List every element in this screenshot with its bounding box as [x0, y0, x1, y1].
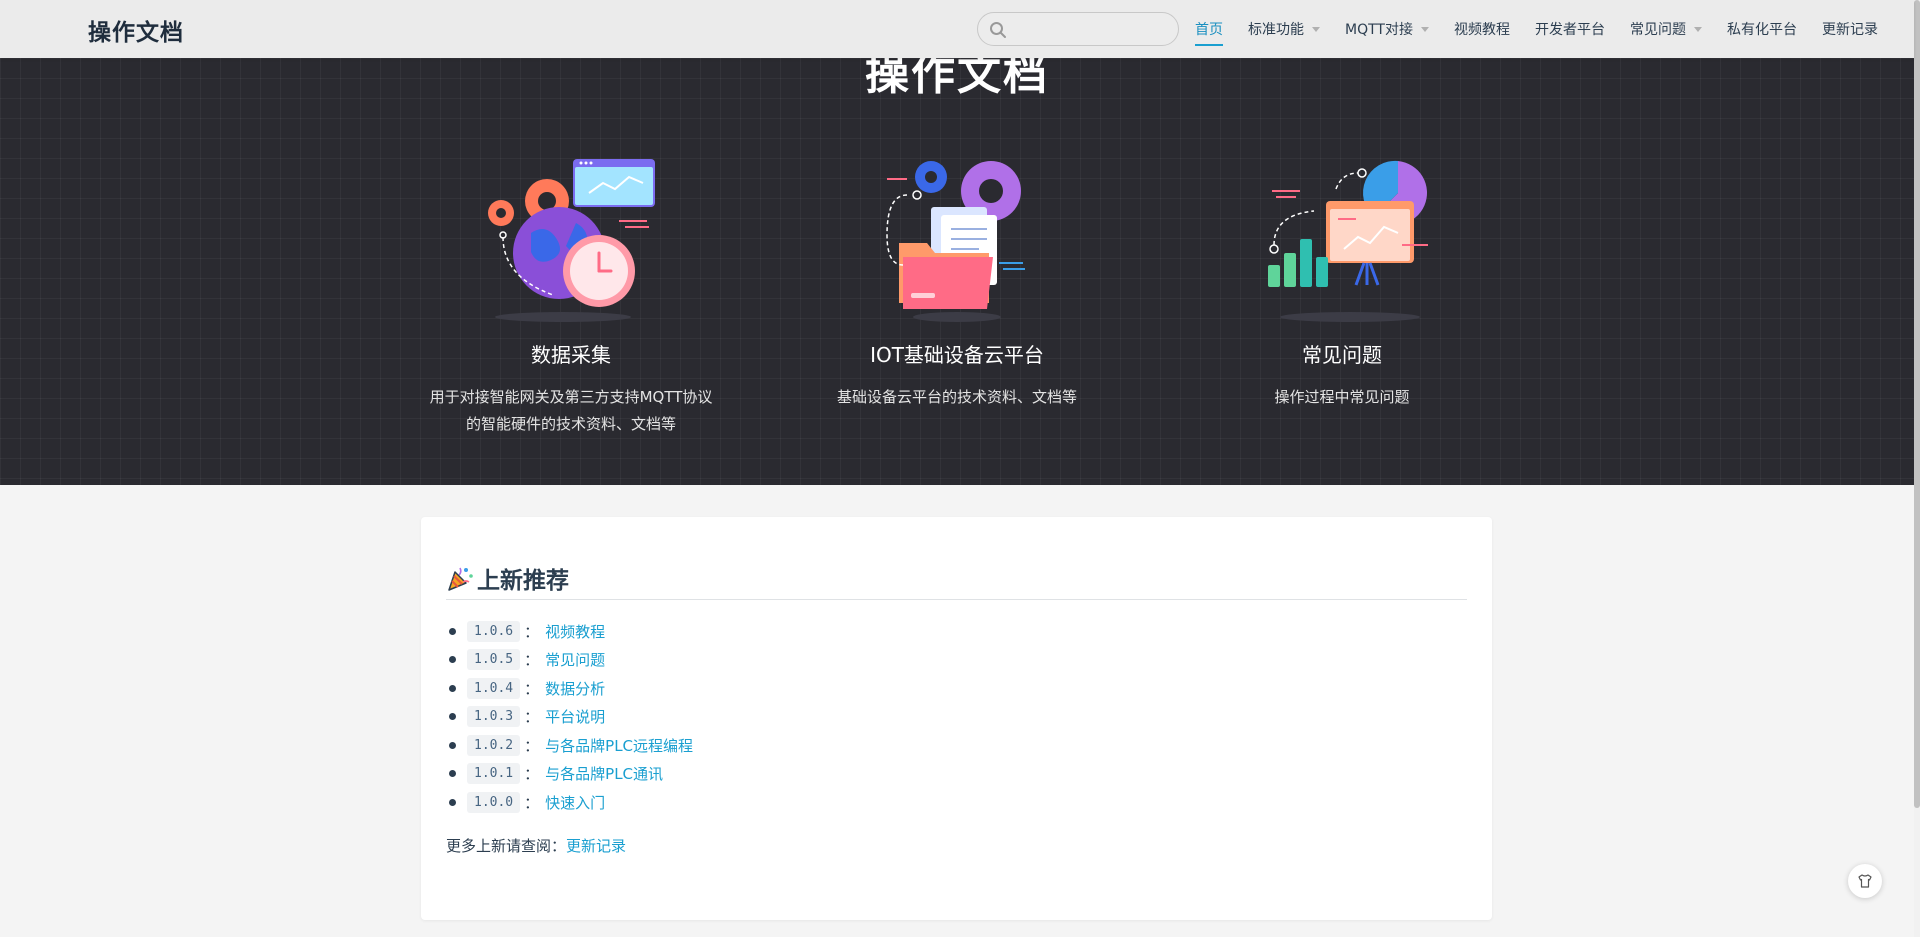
faq-illustration	[1268, 160, 1428, 322]
feature-title: 常见问题	[1302, 343, 1382, 367]
feature-description: 用于对接智能网关及第三方支持MQTT协议 的智能硬件的技术资料、文档等	[406, 384, 736, 438]
search-input[interactable]	[1012, 17, 1172, 41]
bullet-icon	[449, 656, 456, 664]
search-box[interactable]	[977, 12, 1179, 46]
feature-description-line: 操作过程中常见问题	[1274, 388, 1410, 406]
feature-description: 基础设备云平台的技术资料、文档等	[792, 384, 1122, 411]
version-code: 1.0.6	[467, 620, 521, 642]
release-link[interactable]: 视频教程	[545, 621, 605, 642]
hero-title: 操作文档	[865, 58, 1049, 100]
list-item: 1.0.4 ： 数据分析	[446, 674, 693, 703]
separator: ：	[524, 622, 540, 641]
nav-item-changelog[interactable]: 更新记录	[1822, 0, 1878, 58]
release-list: 1.0.6 ： 视频教程 1.0.5 ： 常见问题 1.0.4 ： 数据分析 1…	[446, 617, 693, 817]
separator: ：	[524, 708, 540, 727]
release-link[interactable]: 数据分析	[545, 678, 605, 699]
release-heading: 上新推荐	[446, 561, 1467, 600]
list-item: 1.0.3 ： 平台说明	[446, 703, 693, 732]
iot-platform-illustration	[886, 161, 1025, 322]
separator: ：	[524, 679, 540, 698]
list-item: 1.0.0 ： 快速入门	[446, 788, 693, 817]
bullet-icon	[449, 713, 456, 721]
skin-toggle-button[interactable]	[1848, 864, 1882, 898]
feature-description-line: 基础设备云平台的技术资料、文档等	[836, 388, 1077, 406]
feature-description: 操作过程中常见问题	[1177, 384, 1507, 411]
feature-description-line: 用于对接智能网关及第三方支持MQTT协议	[429, 388, 713, 406]
release-link[interactable]: 快速入门	[545, 792, 605, 813]
release-card: 上新推荐 1.0.6 ： 视频教程 1.0.5 ： 常见问题 1.0.4 ： 数…	[421, 517, 1492, 920]
bullet-icon	[449, 741, 456, 749]
nav-item-standard-features[interactable]: 标准功能	[1248, 0, 1320, 58]
changelog-link[interactable]: 更新记录	[566, 837, 626, 855]
version-code: 1.0.1	[467, 763, 521, 785]
list-item: 1.0.2 ： 与各品牌PLC远程编程	[446, 731, 693, 760]
separator: ：	[524, 736, 540, 755]
nav-item-label: 更新记录	[1821, 22, 1878, 38]
release-link[interactable]: 与各品牌PLC远程编程	[545, 735, 693, 756]
party-popper-icon	[448, 567, 473, 591]
chevron-down-icon	[1693, 26, 1702, 32]
version-code: 1.0.5	[467, 649, 521, 671]
separator: ：	[524, 793, 540, 812]
nav-item-label: 私有化平台	[1726, 22, 1797, 38]
site-title[interactable]: 操作文档	[88, 13, 184, 47]
feature-title: 数据采集	[531, 343, 611, 367]
more-releases-text: 更多上新请查阅：	[446, 837, 567, 855]
separator: ：	[524, 765, 540, 784]
version-code: 1.0.0	[467, 791, 521, 813]
release-link[interactable]: 与各品牌PLC通讯	[545, 763, 663, 784]
tshirt-icon	[1858, 874, 1872, 888]
nav-item-label: 标准功能	[1248, 22, 1304, 38]
top-navbar: 操作文档 首页 标准功能 MQTT对接 视频教程 开发者平台 常见问题 私有化平…	[0, 0, 1914, 58]
nav-links: 首页 标准功能 MQTT对接 视频教程 开发者平台 常见问题 私有化平台 更新记…	[1195, 0, 1878, 58]
bullet-icon	[449, 684, 456, 692]
data-collection-illustration	[488, 159, 655, 322]
nav-item-home[interactable]: 首页	[1195, 0, 1223, 58]
nav-item-label: 开发者平台	[1534, 22, 1605, 38]
version-code: 1.0.3	[467, 706, 521, 728]
chevron-down-icon	[1312, 26, 1320, 32]
release-link[interactable]: 平台说明	[545, 706, 605, 727]
nav-item-mqtt[interactable]: MQTT对接	[1345, 0, 1429, 58]
release-heading-text: 上新推荐	[477, 568, 569, 594]
feature-iot-platform[interactable]: IOT基础设备云平台 基础设备云平台的技术资料、文档等	[792, 153, 1122, 411]
scrollbar-thumb[interactable]	[1914, 0, 1920, 808]
nav-item-label: 常见问题	[1629, 22, 1686, 38]
nav-item-label: 首页	[1195, 22, 1223, 38]
list-item: 1.0.5 ： 常见问题	[446, 646, 693, 675]
release-link[interactable]: 常见问题	[545, 649, 605, 670]
bullet-icon	[449, 798, 456, 806]
list-item: 1.0.1 ： 与各品牌PLC通讯	[446, 760, 693, 789]
bullet-icon	[449, 627, 456, 635]
version-code: 1.0.4	[467, 677, 521, 699]
nav-item-private-platform[interactable]: 私有化平台	[1727, 0, 1797, 58]
bullet-icon	[449, 770, 456, 778]
list-item: 1.0.6 ： 视频教程	[446, 617, 693, 646]
page-scrollbar[interactable]	[1914, 0, 1920, 937]
feature-description-line: 的智能硬件的技术资料、文档等	[465, 415, 676, 433]
nav-item-faq[interactable]: 常见问题	[1630, 0, 1702, 58]
nav-item-label: 视频教程	[1453, 22, 1510, 38]
feature-data-collection[interactable]: 数据采集 用于对接智能网关及第三方支持MQTT协议 的智能硬件的技术资料、文档等	[406, 153, 736, 438]
hero-section: 操作文档 数据采集 用于对接智能网关及第三方支持MQTT协议 的智能硬件的技术资…	[0, 58, 1914, 485]
nav-item-label: MQTT对接	[1345, 22, 1413, 38]
version-code: 1.0.2	[467, 734, 521, 756]
search-icon	[990, 22, 1006, 38]
feature-title: IOT基础设备云平台	[870, 343, 1044, 367]
nav-item-video-tutorials[interactable]: 视频教程	[1454, 0, 1510, 58]
more-releases-line: 更多上新请查阅：更新记录	[446, 835, 626, 856]
separator: ：	[524, 651, 540, 670]
feature-faq[interactable]: 常见问题 操作过程中常见问题	[1177, 153, 1507, 411]
chevron-down-icon	[1420, 26, 1429, 32]
nav-item-developer-platform[interactable]: 开发者平台	[1535, 0, 1605, 58]
